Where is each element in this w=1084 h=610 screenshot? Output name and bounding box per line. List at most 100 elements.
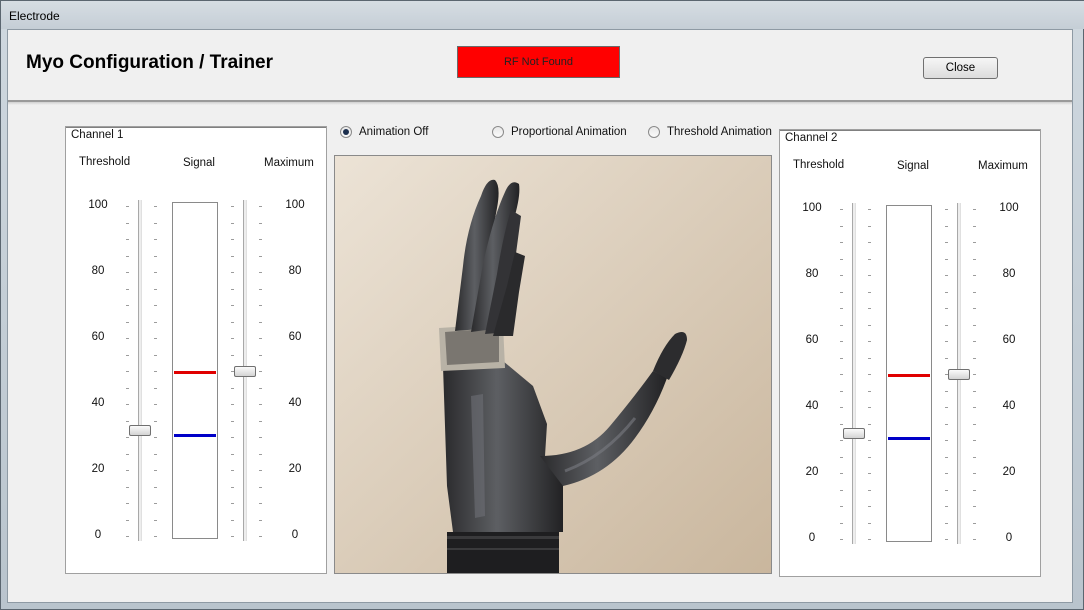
slider-tick [259,239,262,240]
slider-tick [231,338,234,339]
radio-threshold-animation[interactable]: Threshold Animation [648,126,772,138]
slider-tick [231,222,234,224]
slider-tick [868,423,871,425]
maximum-slider-thumb[interactable] [948,369,970,380]
slider-tick [231,354,234,356]
slider-tick [840,456,843,458]
slider-tick [154,288,157,290]
slider-tick [259,255,262,257]
signal-label: Signal [897,160,929,172]
threshold-slider-track[interactable] [138,200,142,541]
slider-tick [840,308,843,309]
slider-tick [868,308,871,309]
channel-title: Channel 1 [71,129,124,141]
slider-tick [259,437,262,438]
slider-tick [126,503,129,504]
slider-tick [259,206,262,207]
radio-label: Proportional Animation [511,126,627,138]
threshold-slider-thumb[interactable] [843,428,865,440]
slider-tick [945,423,948,425]
slider-tick [973,506,976,507]
scale-label: 80 [91,265,105,277]
slider-tick [154,338,157,339]
slider-tick [126,437,129,438]
slider-tick [231,519,234,521]
slider-tick [973,407,976,408]
close-button[interactable]: Close [923,57,998,79]
slider-tick [945,291,948,293]
slider-tick [840,291,843,293]
slider-tick [231,437,234,438]
slider-tick [840,357,843,359]
slider-tick [154,536,157,537]
scale-label: 40 [1002,400,1016,412]
radio-button[interactable] [648,126,660,138]
slider-tick [259,272,262,273]
slider-tick [126,371,129,372]
slider-tick [154,272,157,273]
slider-tick [259,222,262,224]
scale-label: 60 [1002,334,1016,346]
slider-tick [868,225,871,227]
slider-tick [259,288,262,290]
slider-tick [840,341,843,342]
title-bar[interactable]: Electrode [1,1,1084,29]
radio-animation-off[interactable]: Animation Off [340,126,428,138]
slider-tick [259,420,262,422]
slider-tick [231,536,234,537]
maximum-slider-thumb[interactable] [234,366,256,377]
scale-label: 60 [91,331,105,343]
slider-tick [231,255,234,257]
signal-level-line [888,436,930,440]
radio-proportional-animation[interactable]: Proportional Animation [492,126,627,138]
slider-tick [259,536,262,537]
slider-tick [126,387,129,389]
slider-tick [973,242,976,243]
slider-tick [840,423,843,425]
slider-tick [945,324,948,326]
slider-tick [868,407,871,408]
slider-tick [840,440,843,441]
slider-tick [945,374,948,375]
slider-tick [126,453,129,455]
slider-tick [126,536,129,537]
slider-tick [868,489,871,491]
slider-tick [231,288,234,290]
slider-tick [259,486,262,488]
slider-tick [154,519,157,521]
slider-tick [945,258,948,260]
page-title: Myo Configuration / Trainer [26,52,274,73]
slider-tick [259,519,262,521]
threshold-slider-track[interactable] [852,203,856,544]
slider-tick [259,321,262,323]
slider-tick [973,357,976,359]
slider-tick [945,341,948,342]
slider-tick [945,456,948,458]
slider-tick [840,390,843,392]
slider-tick [126,288,129,290]
threshold-label: Threshold [79,156,131,168]
slider-tick [840,539,843,540]
slider-tick [973,308,976,309]
slider-tick [259,503,262,504]
radio-button[interactable] [492,126,504,138]
slider-tick [840,506,843,507]
threshold-slider-thumb[interactable] [129,425,151,437]
slider-tick [259,305,262,306]
slider-tick [126,272,129,273]
prosthetic-hand-illustration [335,156,771,573]
slider-tick [154,387,157,389]
slider-tick [840,225,843,227]
scale-label: 100 [802,202,822,214]
slider-tick [231,321,234,323]
slider-tick [259,453,262,455]
slider-tick [231,503,234,504]
slider-tick [154,371,157,372]
slider-tick [868,341,871,342]
radio-button[interactable] [340,126,352,138]
radio-label: Animation Off [359,126,429,138]
scale-label: 80 [288,265,302,277]
slider-tick [154,437,157,438]
slider-tick [259,371,262,372]
scale-label: 0 [1005,532,1013,544]
